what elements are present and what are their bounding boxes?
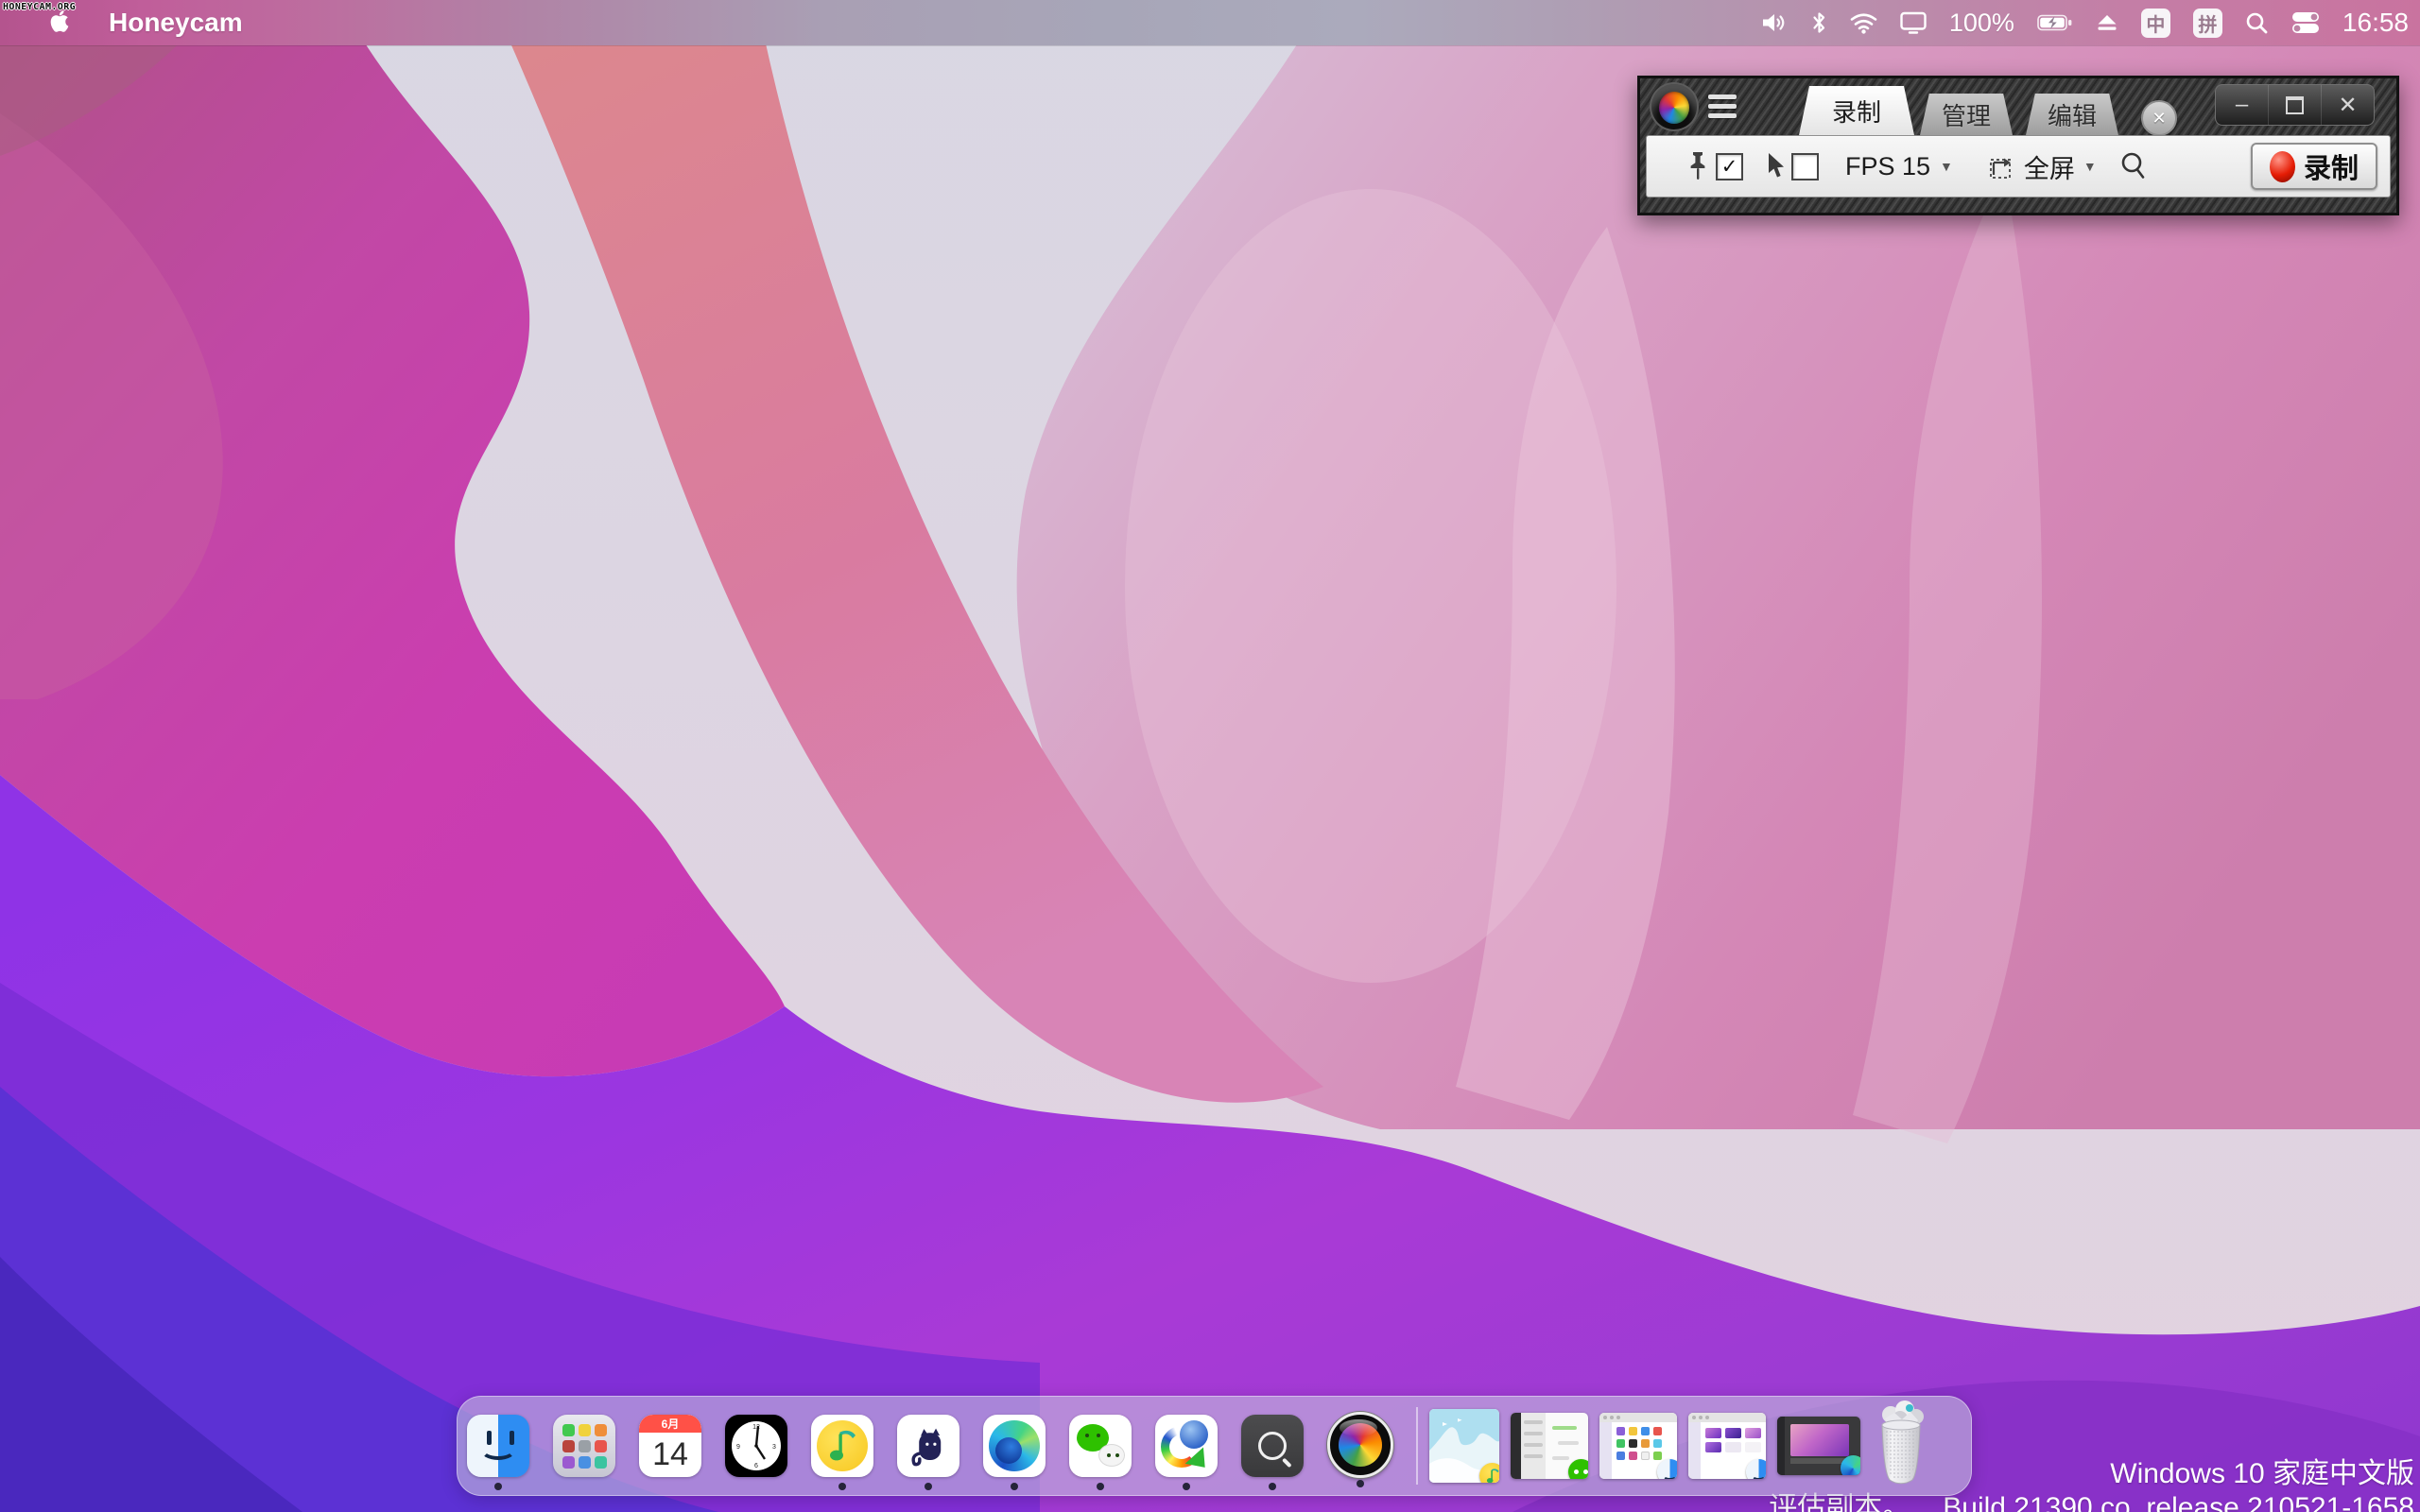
bluetooth-icon[interactable] <box>1811 10 1827 35</box>
edge-badge-icon <box>1841 1455 1860 1475</box>
display-icon[interactable] <box>1900 11 1927 34</box>
volume-icon[interactable] <box>1760 10 1789 35</box>
calendar-icon: 6月 14 <box>639 1415 701 1477</box>
dock-item-honeycam[interactable] <box>1327 1412 1393 1478</box>
area-dropdown-icon[interactable]: ▼ <box>2083 159 2097 174</box>
record-button[interactable]: 录制 <box>2251 143 2377 190</box>
tab-manage[interactable]: 管理 <box>1920 94 2013 135</box>
launchpad-icon <box>553 1415 615 1477</box>
close-tab-badge-icon[interactable]: ✕ <box>2141 100 2177 136</box>
search-app-icon <box>1241 1415 1304 1477</box>
maximize-button[interactable] <box>2268 85 2321 125</box>
minimized-window-edge-browser[interactable] <box>1777 1417 1860 1475</box>
minimized-window-finder-applications[interactable] <box>1599 1413 1677 1479</box>
wallpaper <box>0 0 2420 1512</box>
wifi-icon[interactable] <box>1850 12 1877 34</box>
cursor-icon[interactable] <box>1766 152 1787 180</box>
minimized-window-qq-music[interactable] <box>1429 1409 1499 1483</box>
cursor-checkbox[interactable] <box>1791 153 1819 180</box>
running-indicator <box>925 1483 932 1490</box>
ime-chinese-icon[interactable]: 中 <box>2141 9 2170 38</box>
running-indicator <box>1097 1483 1104 1490</box>
finder-badge-icon <box>1657 1459 1677 1479</box>
dock: 6月 14 12369 <box>457 1396 1972 1496</box>
running-indicator <box>494 1483 502 1490</box>
eject-icon[interactable] <box>2096 13 2118 32</box>
fps-dropdown-icon[interactable]: ▼ <box>1940 159 1953 174</box>
idm-icon <box>1155 1415 1218 1477</box>
record-dot-icon <box>2270 151 2295 182</box>
maximize-icon <box>2286 96 2304 114</box>
minimize-button[interactable]: – <box>2216 85 2268 125</box>
minimized-window-wechat[interactable] <box>1511 1413 1588 1479</box>
running-indicator <box>838 1483 846 1490</box>
site-watermark: HONEYCAM.ORG <box>3 2 76 12</box>
calendar-day: 14 <box>652 1436 688 1473</box>
finder-icon <box>467 1415 529 1477</box>
recorder-toolbar: ✓ FPS 15 ▼ 全屏 ▼ 录制 <box>1646 135 2391 198</box>
color-wheel-icon <box>1659 92 1689 124</box>
honeycam-window: 录制 管理 编辑 ✕ – ✕ ✓ FPS 15 ▼ 全 <box>1637 76 2399 215</box>
cat-app-icon <box>897 1415 959 1477</box>
honeycam-logo-icon[interactable] <box>1651 84 1697 129</box>
close-button[interactable]: ✕ <box>2321 85 2374 125</box>
menubar-clock[interactable]: 16:58 <box>2342 8 2409 38</box>
edge-icon <box>983 1415 1046 1477</box>
menubar-app-name[interactable]: Honeycam <box>109 8 243 38</box>
svg-text:6: 6 <box>754 1463 758 1469</box>
minimized-window-finder-wallpapers[interactable] <box>1688 1413 1766 1479</box>
clock-icon: 12369 <box>725 1415 787 1477</box>
running-indicator <box>1011 1483 1018 1490</box>
dock-item-wechat[interactable] <box>1069 1415 1132 1477</box>
finder-badge-icon <box>1746 1459 1766 1479</box>
dock-divider <box>1416 1407 1418 1485</box>
calendar-month: 6月 <box>662 1416 680 1432</box>
qq-music-icon <box>811 1415 873 1477</box>
dock-item-qq-music[interactable] <box>811 1415 873 1477</box>
menu-bar: HONEYCAM.ORG Honeycam 100% <box>0 0 2420 45</box>
running-indicator <box>1269 1483 1276 1490</box>
dock-item-idm[interactable] <box>1155 1415 1218 1477</box>
dock-item-cat-app[interactable] <box>897 1415 959 1477</box>
magnifier-icon[interactable] <box>2119 151 2148 181</box>
svg-text:9: 9 <box>736 1444 740 1451</box>
honeycam-dock-icon <box>1327 1412 1393 1478</box>
running-indicator <box>1183 1483 1190 1490</box>
apple-menu-icon[interactable] <box>43 9 69 38</box>
window-controls: – ✕ <box>2215 84 2375 126</box>
dock-item-edge[interactable] <box>983 1415 1046 1477</box>
dock-item-calendar[interactable]: 6月 14 <box>639 1415 701 1477</box>
desktop-screen: HONEYCAM.ORG Honeycam 100% <box>0 0 2420 1512</box>
pin-icon[interactable] <box>1686 151 1709 181</box>
dock-item-clock[interactable]: 12369 <box>725 1415 787 1477</box>
resize-area-icon[interactable] <box>1987 152 2015 180</box>
spotlight-search-icon[interactable] <box>2245 11 2269 35</box>
dock-item-finder[interactable] <box>467 1415 529 1477</box>
menubar-status-area: 100% 中 拼 16:58 <box>1760 8 2420 38</box>
tab-record[interactable]: 录制 <box>1799 86 1914 135</box>
capture-area-label[interactable]: 全屏 <box>2024 148 2075 185</box>
tab-edit[interactable]: 编辑 <box>2026 94 2118 135</box>
qq-music-badge-icon <box>1479 1463 1499 1483</box>
battery-percent: 100% <box>1949 9 2014 38</box>
battery-icon[interactable] <box>2037 13 2073 32</box>
wechat-icon <box>1069 1415 1132 1477</box>
fps-selector-label[interactable]: FPS 15 <box>1845 152 1930 181</box>
running-indicator <box>1357 1480 1364 1487</box>
wechat-badge-icon <box>1568 1459 1588 1479</box>
control-center-icon[interactable] <box>2291 10 2320 35</box>
svg-text:3: 3 <box>772 1444 776 1451</box>
ime-pinyin-icon[interactable]: 拼 <box>2193 9 2222 38</box>
dock-item-search[interactable] <box>1241 1415 1304 1477</box>
pin-checkbox[interactable]: ✓ <box>1716 153 1743 180</box>
menu-hamburger-icon[interactable] <box>1708 94 1737 118</box>
dock-item-launchpad[interactable] <box>553 1415 615 1477</box>
dock-item-trash[interactable] <box>1874 1400 1928 1486</box>
os-watermark-build: Build 21390.co_release.210521-1658 <box>1943 1492 2414 1512</box>
